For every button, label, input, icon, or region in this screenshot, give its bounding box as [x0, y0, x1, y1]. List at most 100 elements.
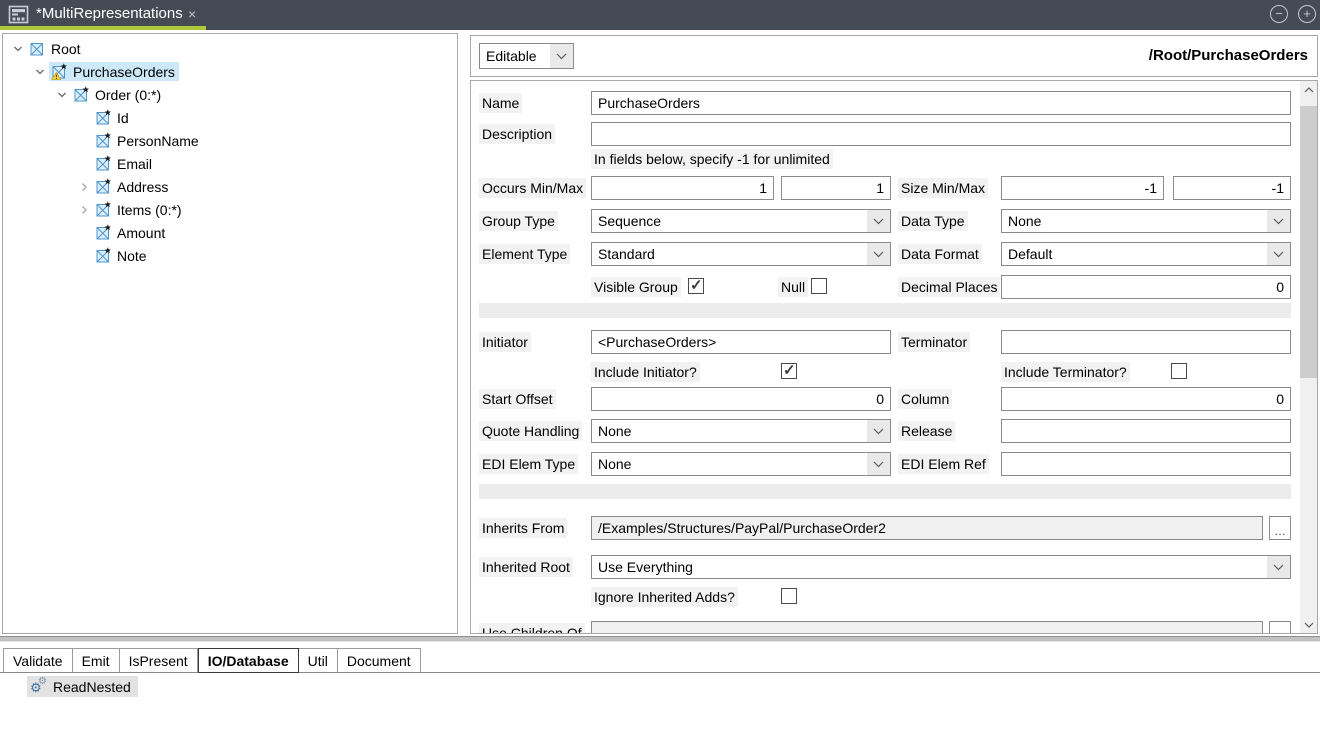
tree-node-box[interactable]: Order (0:*)	[71, 85, 165, 104]
chevron-expanded-icon[interactable]	[53, 88, 71, 102]
ignore-inherited-adds-checkbox[interactable]	[781, 588, 797, 604]
name-input[interactable]	[591, 91, 1291, 115]
tab-ispresent[interactable]: IsPresent	[120, 648, 198, 672]
edit-mode-value: Editable	[480, 44, 550, 68]
tree-node-box[interactable]: Items (0:*)	[93, 200, 186, 219]
decimal-places-label: Decimal Places	[898, 277, 1000, 297]
tree-indent	[75, 134, 93, 148]
null-checkbox[interactable]	[811, 278, 827, 294]
element-type-select[interactable]: Standard	[591, 242, 891, 266]
minimize-button[interactable]: −	[1270, 5, 1288, 23]
tree-node-items-0[interactable]: Items (0:*)	[3, 198, 457, 221]
chevron-down-icon	[1267, 243, 1290, 265]
size-max-input[interactable]	[1173, 176, 1291, 200]
tree-node-box[interactable]: Note	[93, 246, 151, 265]
chevron-down-icon	[867, 453, 890, 475]
form-scrollbar[interactable]	[1300, 81, 1317, 633]
tree-node-email[interactable]: Email	[3, 152, 457, 175]
tree-node-label: PersonName	[117, 133, 199, 149]
edi-elem-ref-input[interactable]	[1001, 452, 1291, 476]
function-item-readnested[interactable]: ⚙⚙ReadNested	[27, 676, 138, 697]
tree-node-box[interactable]: Amount	[93, 223, 169, 242]
tab-io-database[interactable]: IO/Database	[198, 648, 299, 673]
release-label: Release	[898, 421, 955, 441]
tree-node-amount[interactable]: Amount	[3, 221, 457, 244]
chevron-down-icon	[1267, 556, 1290, 578]
tree-node-purchaseorders[interactable]: PurchaseOrders	[3, 60, 457, 83]
quote-handling-value: None	[592, 420, 867, 442]
tree-node-box[interactable]: Id	[93, 108, 133, 127]
null-label: Null	[778, 277, 808, 297]
tree-node-box[interactable]: PurchaseOrders	[49, 62, 179, 81]
scroll-down-icon[interactable]	[1300, 616, 1317, 633]
data-type-value: None	[1002, 210, 1267, 232]
edi-elem-type-select[interactable]: None	[591, 452, 891, 476]
edit-mode-select[interactable]: Editable	[479, 43, 574, 69]
terminator-input[interactable]	[1001, 330, 1291, 354]
size-minmax-label: Size Min/Max	[898, 178, 988, 198]
size-min-input[interactable]	[1001, 176, 1164, 200]
tree-node-note[interactable]: Note	[3, 244, 457, 267]
column-input[interactable]	[1001, 387, 1291, 411]
scrollbar-thumb[interactable]	[1300, 106, 1317, 378]
inherits-from-label: Inherits From	[479, 518, 567, 538]
scroll-up-icon[interactable]	[1300, 81, 1317, 98]
start-offset-input[interactable]	[591, 387, 891, 411]
tree-indent	[75, 157, 93, 171]
tab-document[interactable]: Document	[338, 648, 421, 672]
tab-util[interactable]: Util	[299, 648, 338, 672]
document-tab-title: *MultiRepresentations	[36, 5, 183, 22]
structure-node-icon	[95, 224, 112, 241]
initiator-input[interactable]	[591, 330, 891, 354]
tree-node-box[interactable]: Root	[27, 39, 85, 58]
group-type-select[interactable]: Sequence	[591, 209, 891, 233]
structure-node-icon	[95, 178, 112, 195]
quote-handling-select[interactable]: None	[591, 419, 891, 443]
close-tab-icon[interactable]: ×	[188, 6, 196, 22]
tab-validate[interactable]: Validate	[3, 648, 73, 672]
tab-emit[interactable]: Emit	[73, 648, 120, 672]
initiator-label: Initiator	[479, 332, 531, 352]
tree-node-label: Note	[117, 248, 147, 264]
chevron-expanded-icon[interactable]	[31, 65, 49, 79]
occurs-min-input[interactable]	[591, 176, 774, 200]
description-input[interactable]	[591, 122, 1291, 146]
chevron-down-icon	[867, 210, 890, 232]
tree-node-personname[interactable]: PersonName	[3, 129, 457, 152]
include-terminator-checkbox[interactable]	[1171, 363, 1187, 379]
tree-node-box[interactable]: Email	[93, 154, 156, 173]
tree-node-label: Items (0:*)	[117, 202, 182, 218]
horizontal-splitter[interactable]	[0, 636, 1320, 642]
chevron-expanded-icon[interactable]	[9, 42, 27, 56]
occurs-max-input[interactable]	[781, 176, 891, 200]
structure-node-icon	[29, 40, 46, 57]
occurs-minmax-label: Occurs Min/Max	[479, 178, 586, 198]
structure-node-icon	[95, 201, 112, 218]
tree-node-box[interactable]: PersonName	[93, 131, 203, 150]
decimal-places-input[interactable]	[1001, 275, 1291, 299]
tree-node-box[interactable]: Address	[93, 177, 172, 196]
tree-indent	[75, 226, 93, 240]
tree-node-id[interactable]: Id	[3, 106, 457, 129]
data-format-select[interactable]: Default	[1001, 242, 1291, 266]
inherits-from-input[interactable]	[591, 516, 1263, 540]
edi-elem-type-value: None	[592, 453, 867, 475]
chevron-collapsed-icon[interactable]	[75, 203, 93, 217]
visible-group-checkbox[interactable]	[688, 278, 704, 294]
include-initiator-checkbox[interactable]	[781, 363, 797, 379]
name-label: Name	[479, 93, 522, 113]
inherited-root-select[interactable]: Use Everything	[591, 555, 1291, 579]
tree-node-root[interactable]: Root	[3, 37, 457, 60]
unlimited-note: In fields below, specify -1 for unlimite…	[591, 149, 833, 169]
data-type-select[interactable]: None	[1001, 209, 1291, 233]
maximize-button[interactable]: +	[1298, 5, 1316, 23]
structure-tree: Root PurchaseOrders Order (0:*) Id PersonNam…	[2, 33, 458, 634]
chevron-down-icon	[1267, 210, 1290, 232]
use-children-of-input[interactable]	[591, 621, 1263, 634]
tree-node-order-0[interactable]: Order (0:*)	[3, 83, 457, 106]
chevron-collapsed-icon[interactable]	[75, 180, 93, 194]
use-children-of-browse-button[interactable]: …	[1269, 621, 1291, 634]
tree-node-address[interactable]: Address	[3, 175, 457, 198]
release-input[interactable]	[1001, 419, 1291, 443]
inherits-from-browse-button[interactable]: …	[1269, 516, 1291, 540]
